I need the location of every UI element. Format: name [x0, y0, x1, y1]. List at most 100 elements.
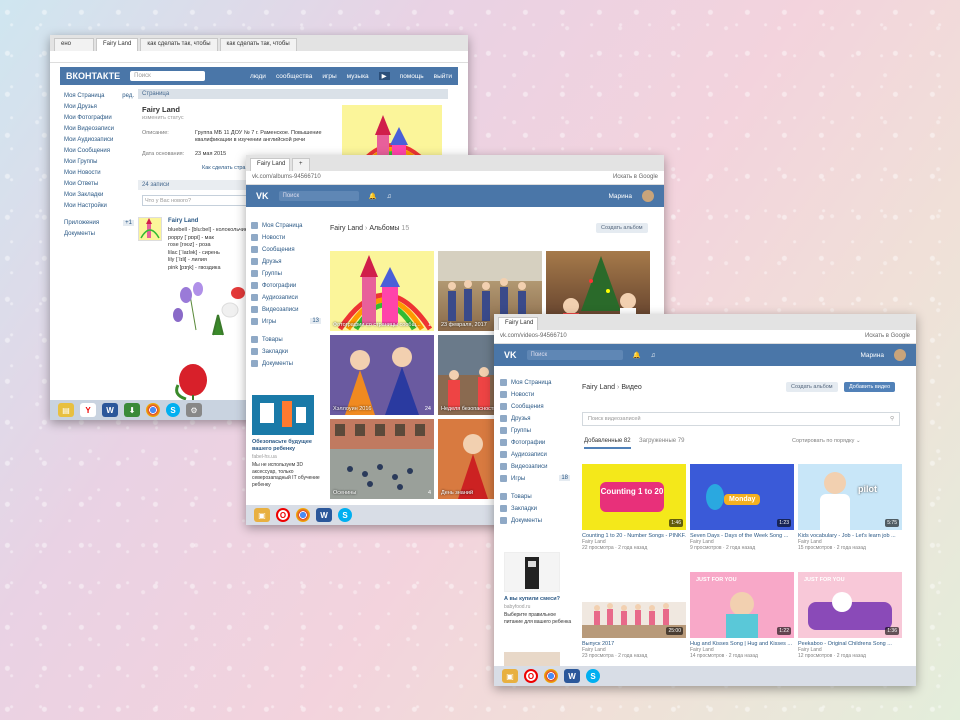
nav-photos[interactable]: Фотографии	[251, 279, 321, 291]
nav-games[interactable]: Игры 18	[500, 473, 570, 485]
nav-friends[interactable]: Мои Друзья	[64, 101, 134, 112]
chrome-icon[interactable]	[296, 508, 310, 522]
opera-icon[interactable]: O	[276, 508, 290, 522]
yandex-icon[interactable]: Y	[80, 403, 96, 417]
breadcrumb-group[interactable]: Fairy Land	[330, 225, 363, 232]
nav-groups[interactable]: Группы	[251, 267, 321, 279]
top-link-music[interactable]: музыка	[347, 73, 369, 80]
album-thumb[interactable]: Фотографии со страницы сообщ... 1	[330, 251, 434, 331]
ad-site[interactable]: fabel-hs.ua	[252, 454, 277, 460]
start-icon[interactable]: ▣	[254, 508, 270, 522]
nav-bookmarks[interactable]: Закладки	[251, 346, 321, 358]
top-link-communities[interactable]: сообщества	[276, 73, 312, 80]
nav-audio[interactable]: Мои Аудиозаписи	[64, 134, 134, 145]
search-input[interactable]: Поиск	[526, 350, 623, 360]
search-input[interactable]: Поиск	[130, 71, 206, 81]
tab-fairy-land[interactable]: Fairy Land	[250, 158, 290, 171]
avatar[interactable]	[894, 349, 906, 361]
tab-search-1[interactable]: как сделать так, чтобы	[140, 38, 218, 51]
nav-my-page[interactable]: Моя Страница	[500, 376, 570, 388]
ad-site[interactable]: babyfood.ru	[504, 604, 530, 610]
play-icon[interactable]: ▶	[378, 72, 390, 80]
nav-answers[interactable]: Мои Ответы	[64, 178, 134, 189]
nav-messages[interactable]: Сообщения	[251, 243, 321, 255]
search-icon[interactable]: ⚲	[890, 416, 894, 422]
user-name[interactable]: Марина	[860, 352, 884, 359]
nav-audio[interactable]: Аудиозаписи	[251, 291, 321, 303]
nav-friends[interactable]: Друзья	[251, 255, 321, 267]
nav-goods[interactable]: Товары	[251, 334, 321, 346]
edit-link[interactable]: ред.	[122, 93, 134, 99]
nav-bookmarks[interactable]: Мои Закладки	[64, 189, 134, 200]
nav-news[interactable]: Новости	[251, 231, 321, 243]
video-search-input[interactable]: Поиск видеозаписей ⚲	[582, 412, 900, 426]
ad-title[interactable]: Обезопасьте будущее вашего ребенку	[252, 439, 322, 453]
create-album-button[interactable]: Создать альбом	[596, 223, 648, 233]
top-link-logout[interactable]: выйти	[434, 73, 452, 80]
nav-documents[interactable]: Документы	[64, 228, 134, 239]
vk-logo[interactable]: VK	[256, 191, 269, 201]
word-icon[interactable]: W	[102, 403, 118, 417]
nav-news[interactable]: Новости	[500, 388, 570, 400]
top-link-games[interactable]: игры	[322, 73, 336, 80]
word-icon[interactable]: W	[564, 669, 580, 683]
chrome-icon[interactable]	[146, 403, 160, 417]
skype-icon[interactable]: S	[586, 669, 600, 683]
explorer-icon[interactable]: ▤	[58, 403, 74, 417]
bell-icon[interactable]: 🔔	[633, 351, 641, 359]
nav-audio[interactable]: Аудиозаписи	[500, 448, 570, 460]
user-name[interactable]: Марина	[608, 193, 632, 200]
top-link-help[interactable]: помощь	[400, 73, 424, 80]
add-video-button[interactable]: Добавить видео	[844, 382, 896, 392]
post-input[interactable]: Что у Вас нового?	[142, 195, 252, 206]
tab-previous[interactable]: ено	[54, 38, 94, 51]
nav-friends[interactable]: Друзья	[500, 412, 570, 424]
avatar[interactable]	[642, 190, 654, 202]
sort-dropdown[interactable]: Сортировать по порядку ⌄	[792, 438, 861, 444]
ad-image[interactable]	[252, 395, 314, 435]
video-thumb[interactable]: JUST FOR YOU 1:22	[690, 572, 794, 638]
skype-icon[interactable]: S	[338, 508, 352, 522]
google-search[interactable]: Искать в Google	[613, 174, 658, 181]
ad-image[interactable]	[504, 552, 560, 592]
word-icon[interactable]: W	[316, 508, 332, 522]
nav-messages[interactable]: Мои Сообщения	[64, 145, 134, 156]
nav-videos[interactable]: Мои Видеозаписи	[64, 123, 134, 134]
video-thumb[interactable]: Monday 1:23	[690, 464, 794, 530]
album-thumb[interactable]: Хэллоуин 2016 24	[330, 335, 434, 415]
nav-bookmarks[interactable]: Закладки	[500, 503, 570, 515]
start-icon[interactable]: ▣	[502, 669, 518, 683]
nav-photos[interactable]: Мои Фотографии	[64, 112, 134, 123]
album-thumb[interactable]: Осенины 4	[330, 419, 434, 499]
nav-videos[interactable]: Видеозаписи	[500, 461, 570, 473]
video-thumb[interactable]: JUST FOR YOU 1:36	[798, 572, 902, 638]
opera-icon[interactable]: O	[524, 669, 538, 683]
chrome-icon[interactable]	[544, 669, 558, 683]
nav-messages[interactable]: Сообщения	[500, 400, 570, 412]
bell-icon[interactable]: 🔔	[369, 192, 377, 200]
music-icon[interactable]: ♫	[387, 193, 392, 200]
nav-photos[interactable]: Фотографии	[500, 436, 570, 448]
flowers-image[interactable]	[168, 275, 253, 401]
settings-icon[interactable]: ⚙	[186, 403, 202, 417]
vk-logo[interactable]: ВКОНТАКТЕ	[66, 71, 120, 81]
nav-groups[interactable]: Группы	[500, 424, 570, 436]
nav-games[interactable]: Игры 13	[251, 316, 321, 328]
top-link-people[interactable]: люди	[250, 73, 266, 80]
music-icon[interactable]: ♫	[651, 352, 656, 359]
nav-documents[interactable]: Документы	[500, 515, 570, 527]
ad-title[interactable]: А вы купили смеси?	[504, 596, 574, 602]
nav-news[interactable]: Мои Новости	[64, 167, 134, 178]
group-status[interactable]: изменить статус	[142, 115, 184, 121]
post-avatar[interactable]	[138, 217, 162, 241]
nav-videos[interactable]: Видеозаписи	[251, 304, 321, 316]
create-album-button[interactable]: Создать альбом	[786, 382, 838, 392]
nav-my-page[interactable]: Моя Страница	[251, 219, 321, 231]
tab-uploaded[interactable]: Загруженные 79	[639, 438, 684, 444]
video-thumb[interactable]: 25:00	[582, 572, 686, 638]
breadcrumb-group[interactable]: Fairy Land	[582, 384, 615, 391]
new-tab-button[interactable]: +	[292, 158, 310, 171]
hint-text[interactable]: Как сделать стра	[202, 165, 245, 171]
nav-goods[interactable]: Товары	[500, 491, 570, 503]
address-bar[interactable]: vk.com/videos-94566710 Искать в Google	[494, 330, 916, 344]
